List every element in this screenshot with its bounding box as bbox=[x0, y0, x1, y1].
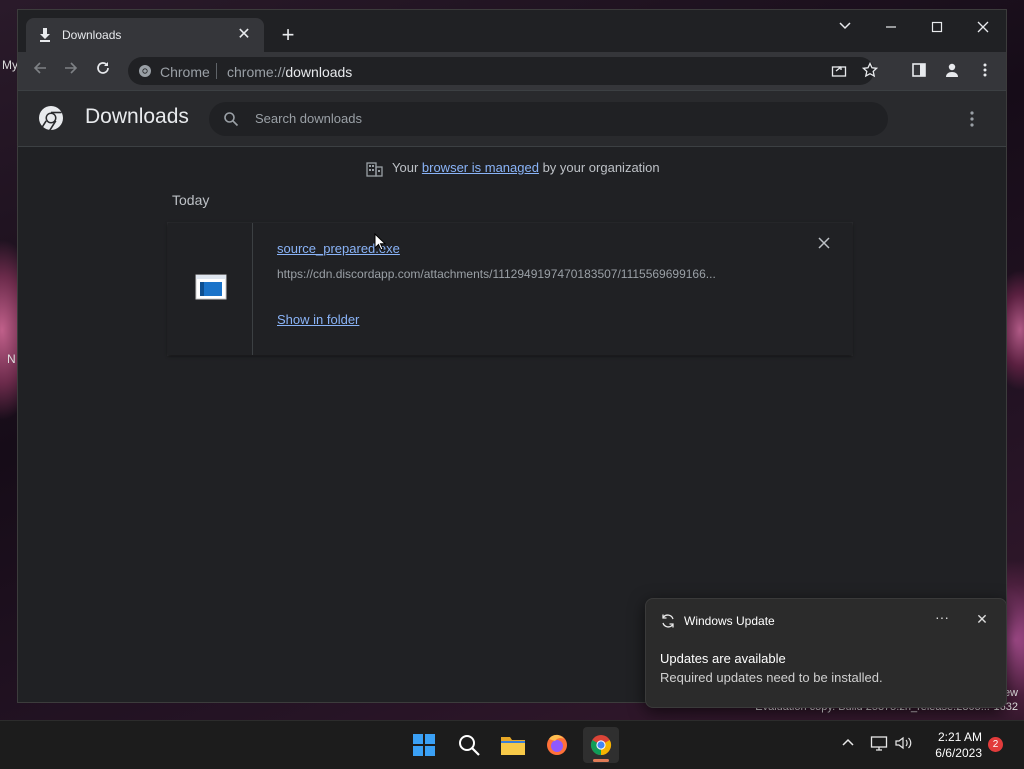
system-clock[interactable]: 2:21 AM 6/6/2023 bbox=[920, 729, 982, 761]
bookmark-star-icon[interactable] bbox=[861, 61, 879, 80]
omnibox-url[interactable]: chrome://downloads bbox=[227, 64, 352, 80]
network-icon[interactable] bbox=[869, 735, 889, 755]
downloads-header: Downloads Search downloads bbox=[18, 90, 1006, 147]
file-explorer-button[interactable] bbox=[495, 727, 531, 763]
page-title: Downloads bbox=[85, 105, 189, 128]
remove-download-icon[interactable] bbox=[816, 235, 832, 251]
reload-icon bbox=[97, 62, 109, 74]
executable-file-icon bbox=[195, 274, 227, 300]
taskbar-search-button[interactable] bbox=[451, 727, 487, 763]
maximize-icon bbox=[931, 21, 943, 33]
profile-icon[interactable] bbox=[943, 62, 961, 80]
download-icon-column bbox=[168, 223, 253, 355]
notification-count-badge[interactable]: 2 bbox=[988, 737, 1003, 752]
building-icon bbox=[366, 162, 383, 177]
toast-title: Updates are available bbox=[660, 651, 786, 666]
download-item: source_prepared.exe https://cdn.discorda… bbox=[168, 223, 852, 355]
close-icon bbox=[977, 21, 989, 33]
chrome-taskbar-button[interactable] bbox=[583, 727, 619, 763]
taskbar: 2:21 AM 6/6/2023 2 bbox=[0, 720, 1024, 769]
active-app-indicator bbox=[593, 759, 609, 762]
forward-button[interactable] bbox=[60, 60, 82, 82]
close-window-button[interactable] bbox=[960, 14, 1006, 44]
clock-time: 2:21 AM bbox=[937, 730, 982, 744]
windows-update-toast[interactable]: Windows Update ··· ✕ Updates are availab… bbox=[645, 598, 1007, 708]
reload-button[interactable] bbox=[92, 60, 114, 82]
sync-icon bbox=[662, 614, 674, 628]
arrow-left-icon bbox=[33, 62, 46, 74]
minimize-button[interactable] bbox=[868, 14, 914, 44]
toast-app-name: Windows Update bbox=[684, 614, 775, 628]
file-source-url[interactable]: https://cdn.discordapp.com/attachments/1… bbox=[277, 267, 777, 281]
desktop-icon-label: N bbox=[7, 352, 16, 366]
start-icon bbox=[413, 734, 435, 756]
address-bar[interactable]: Chrome chrome://downloads bbox=[128, 57, 879, 85]
clock-date: 6/6/2023 bbox=[935, 746, 982, 760]
volume-icon[interactable] bbox=[893, 735, 913, 755]
tab-search-button[interactable] bbox=[822, 14, 868, 44]
browser-toolbar: Chrome chrome://downloads bbox=[18, 52, 1006, 90]
more-actions-icon[interactable] bbox=[964, 109, 980, 129]
managed-notice: Your browser is managed by your organiza… bbox=[392, 160, 660, 175]
date-heading: Today bbox=[172, 192, 210, 208]
managed-link[interactable]: browser is managed bbox=[422, 160, 539, 175]
file-explorer-icon bbox=[501, 737, 525, 755]
desktop-icon-label: My bbox=[2, 58, 18, 72]
show-hidden-icons-icon[interactable] bbox=[838, 735, 858, 755]
share-icon[interactable] bbox=[830, 62, 848, 80]
side-panel-icon[interactable] bbox=[910, 62, 928, 80]
tab-downloads[interactable]: Downloads ✕ bbox=[26, 18, 264, 52]
toast-close-button[interactable]: ✕ bbox=[972, 609, 992, 629]
omnibox-separator bbox=[216, 63, 217, 79]
firefox-button[interactable] bbox=[539, 727, 575, 763]
toast-body: Required updates need to be installed. bbox=[660, 670, 883, 685]
search-downloads-input[interactable]: Search downloads bbox=[209, 102, 888, 136]
chrome-logo-icon bbox=[39, 106, 63, 131]
search-icon bbox=[224, 112, 239, 127]
download-icon bbox=[40, 28, 50, 42]
start-button[interactable] bbox=[406, 727, 442, 763]
search-placeholder: Search downloads bbox=[255, 111, 362, 126]
title-bar: Downloads ✕ + bbox=[18, 10, 1006, 52]
new-tab-button[interactable]: + bbox=[276, 24, 300, 48]
back-button[interactable] bbox=[29, 60, 51, 82]
search-icon bbox=[459, 735, 480, 756]
chrome-page-icon bbox=[139, 65, 151, 77]
tab-title: Downloads bbox=[62, 28, 122, 42]
omnibox-chip: Chrome bbox=[160, 64, 210, 80]
minimize-icon bbox=[886, 26, 896, 28]
mouse-cursor-icon bbox=[374, 233, 386, 251]
chevron-down-icon bbox=[839, 22, 851, 30]
tab-close-button[interactable]: ✕ bbox=[234, 25, 254, 45]
firefox-icon bbox=[547, 734, 567, 755]
maximize-button[interactable] bbox=[914, 14, 960, 44]
chrome-icon bbox=[590, 735, 612, 756]
arrow-right-icon bbox=[65, 62, 78, 74]
kebab-menu-icon[interactable] bbox=[976, 62, 994, 80]
show-in-folder-link[interactable]: Show in folder bbox=[277, 312, 359, 327]
toast-more-button[interactable]: ··· bbox=[932, 609, 952, 629]
